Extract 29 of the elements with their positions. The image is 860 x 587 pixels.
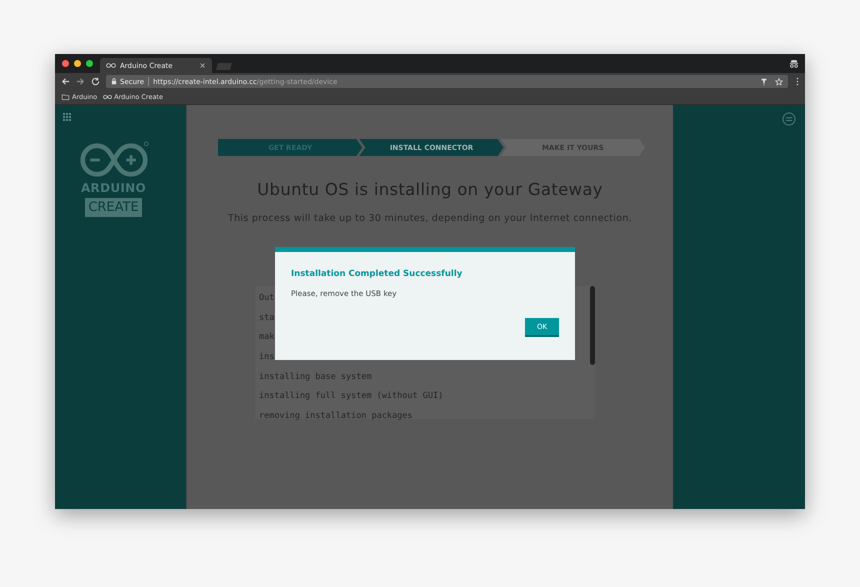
infinity-icon bbox=[103, 94, 112, 100]
log-line: removing installation packages bbox=[259, 410, 413, 424]
scrollbar-thumb[interactable] bbox=[590, 286, 595, 365]
log-line: mak bbox=[259, 331, 274, 344]
tab-close-button[interactable]: × bbox=[199, 61, 206, 70]
logo-badge: CREATE bbox=[85, 198, 142, 217]
minimize-window-dot[interactable] bbox=[74, 60, 81, 67]
back-arrow-icon[interactable] bbox=[61, 77, 70, 86]
incognito-icon bbox=[789, 59, 799, 68]
log-line: installing full system (without GUI) bbox=[259, 390, 444, 404]
face-icon[interactable] bbox=[782, 112, 796, 126]
reload-icon[interactable] bbox=[91, 77, 100, 86]
log-line: ins bbox=[259, 351, 274, 364]
dialog-title: Installation Completed Successfully bbox=[291, 269, 464, 279]
star-icon[interactable] bbox=[775, 78, 783, 86]
log-line: installing base system bbox=[259, 370, 372, 384]
close-window-dot[interactable] bbox=[62, 60, 69, 67]
logo-wordmark: ARDUINO bbox=[80, 181, 146, 195]
maximize-window-dot[interactable] bbox=[86, 60, 93, 67]
lock-icon bbox=[111, 78, 117, 85]
log-line: sta bbox=[259, 312, 274, 325]
apps-grid-icon[interactable] bbox=[62, 112, 72, 122]
infinity-icon bbox=[106, 63, 116, 68]
forward-arrow-icon[interactable] bbox=[76, 77, 85, 86]
log-line: Out bbox=[259, 292, 274, 305]
menu-icon[interactable] bbox=[796, 77, 799, 86]
folder-icon bbox=[61, 94, 70, 100]
infinity-logo-icon bbox=[78, 141, 150, 179]
pin-icon[interactable] bbox=[760, 78, 768, 86]
